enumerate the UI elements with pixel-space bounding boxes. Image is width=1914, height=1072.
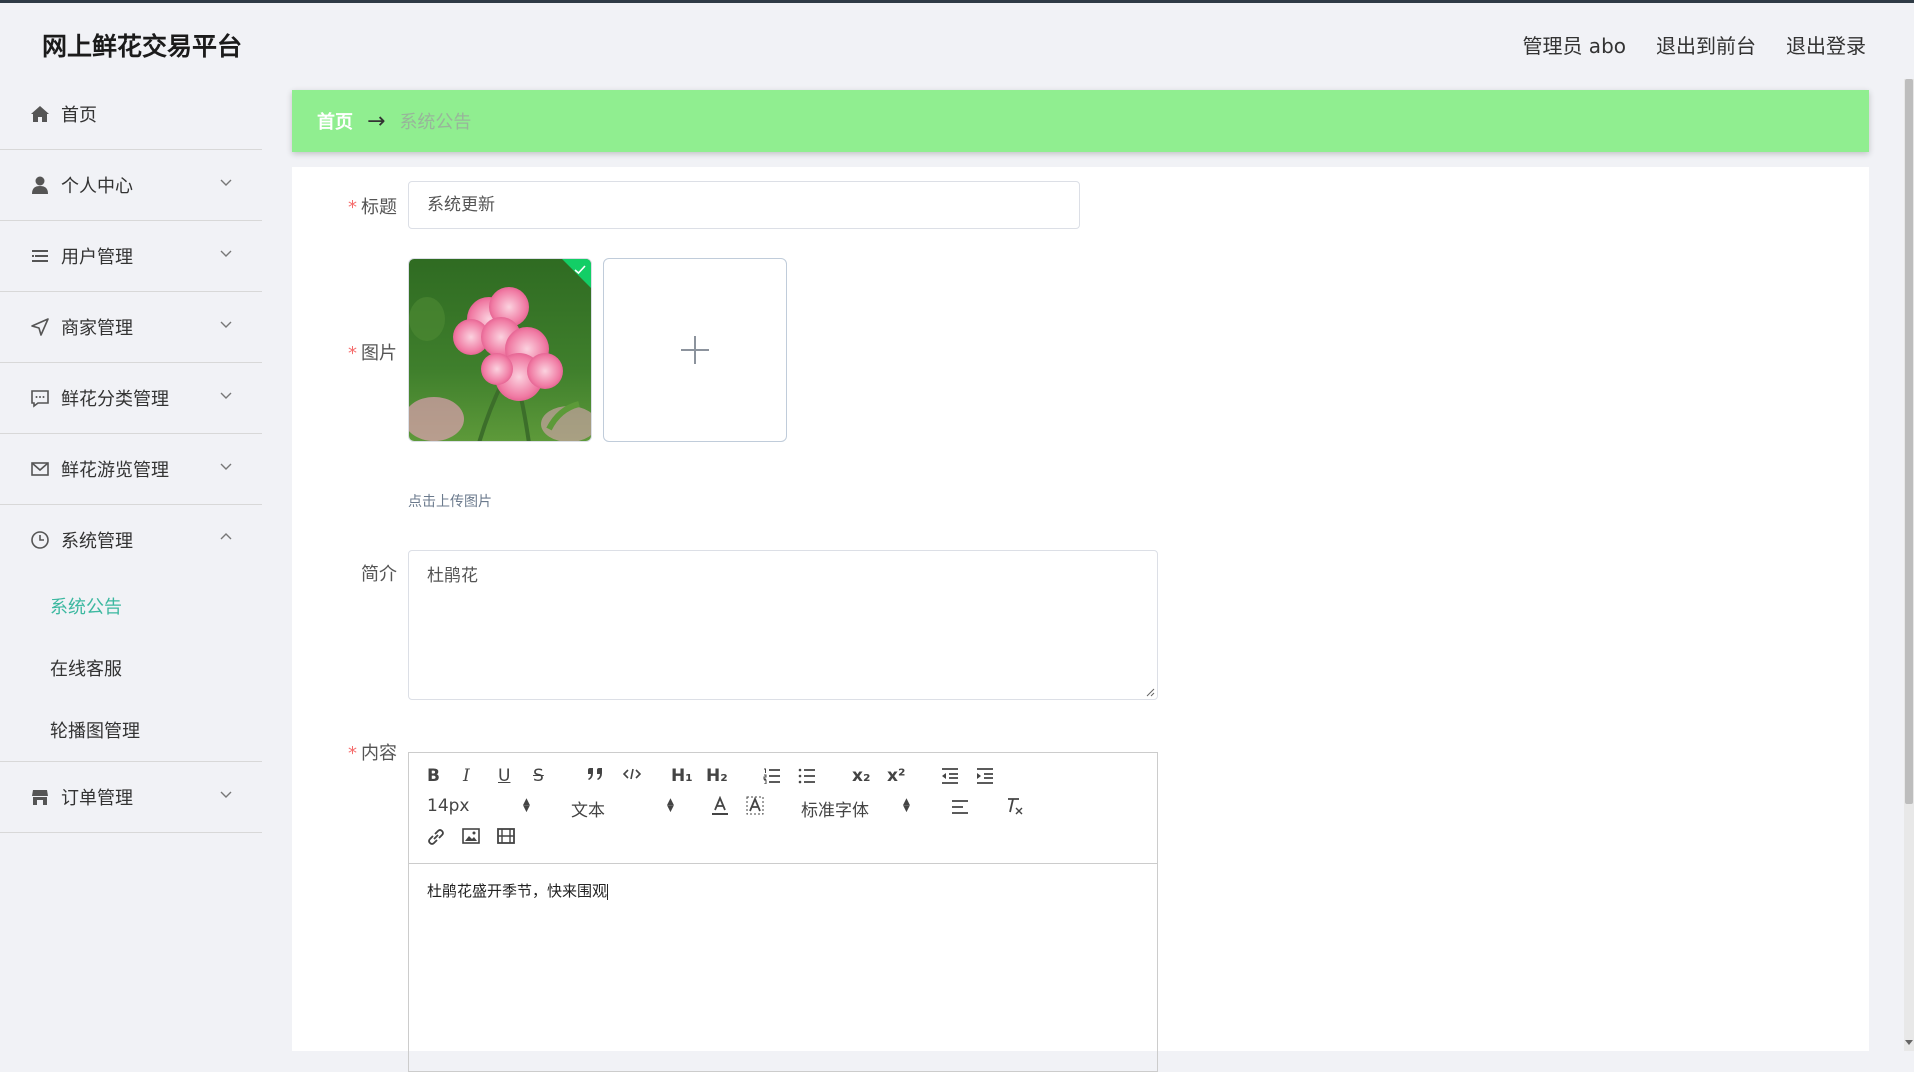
resize-handle-icon: [1146, 688, 1155, 697]
system-submenu: 系统公告 在线客服 轮播图管理: [0, 575, 262, 762]
video-icon[interactable]: [497, 828, 515, 844]
content-label: * 内容: [348, 743, 397, 764]
intro-textarea[interactable]: 杜鹃花: [408, 550, 1158, 700]
font-size-value: 14px: [427, 796, 470, 816]
upload-tip: 点击上传图片: [408, 494, 492, 510]
title-input[interactable]: 系统更新: [408, 181, 1080, 229]
shop-icon: [29, 786, 51, 808]
sidebar-item-merchants[interactable]: 商家管理: [0, 292, 262, 363]
editor-content[interactable]: 杜鹃花盛开季节，快来围观: [409, 864, 1157, 917]
sidebar: 首页 个人中心 用户管理 商家管理 鲜花分类管理 鲜花游览管理 系统管理 系统公…: [0, 79, 262, 833]
chevron-up-icon: [220, 533, 232, 540]
scrollbar-thumb[interactable]: [1905, 79, 1913, 804]
chevron-down-icon: [220, 791, 232, 798]
select-arrows-icon: ▲ ▼: [667, 797, 674, 814]
header-actions: 管理员 abo 退出到前台 退出登录: [1522, 30, 1866, 59]
select-arrows-icon: ▲ ▼: [523, 797, 530, 814]
azalea-photo: [409, 259, 591, 441]
sidebar-item-system[interactable]: 系统管理: [0, 505, 262, 575]
sidebar-item-home[interactable]: 首页: [0, 79, 262, 150]
title-label: * 标题: [348, 197, 397, 218]
background-color-icon[interactable]: [746, 796, 764, 816]
check-icon: [574, 265, 586, 275]
font-color-icon[interactable]: [711, 796, 729, 816]
list-icon: [29, 245, 51, 267]
uploaded-image-thumbnail[interactable]: [408, 258, 592, 442]
breadcrumb-arrow: →: [367, 108, 386, 134]
font-family-value: 标准字体: [801, 801, 869, 821]
h2-button[interactable]: H₂: [706, 766, 728, 786]
page-scrollbar[interactable]: [1904, 79, 1914, 1051]
font-size-select[interactable]: 14px ▲ ▼: [427, 796, 535, 816]
chevron-down-icon: [220, 179, 232, 186]
message-icon: [29, 387, 51, 409]
clock-icon: [29, 529, 51, 551]
sidebar-item-carousel[interactable]: 轮播图管理: [0, 699, 262, 761]
image-icon[interactable]: [462, 828, 480, 844]
form-panel: * 标题 系统更新 * 图片 点击上传图片 简介 杜鹃花 * 内容 B I U …: [292, 167, 1869, 1072]
chevron-down-icon: [220, 250, 232, 257]
breadcrumb: 首页 → 系统公告: [292, 90, 1869, 152]
rich-text-editor: B I U S H₁ H₂ x₂ x² 14px ▲ ▼ 文本 ▲ ▼ 标准字体…: [408, 752, 1158, 1072]
sidebar-item-users[interactable]: 用户管理: [0, 221, 262, 292]
brand-title: 网上鲜花交易平台: [42, 32, 243, 61]
ordered-list-icon[interactable]: [763, 768, 781, 784]
select-arrows-icon: ▲ ▼: [903, 797, 910, 814]
admin-label: 管理员 abo: [1522, 34, 1626, 58]
font-family-select[interactable]: 标准字体 ▲ ▼: [801, 796, 915, 822]
exit-to-front-link[interactable]: 退出到前台: [1656, 30, 1756, 59]
clear-format-icon[interactable]: [1005, 796, 1025, 816]
header: 网上鲜花交易平台 管理员 abo 退出到前台 退出登录: [0, 3, 1914, 79]
header-select-value: 文本: [571, 801, 605, 821]
subscript-button[interactable]: x₂: [852, 766, 870, 786]
indent-icon[interactable]: [976, 768, 994, 784]
logout-link[interactable]: 退出登录: [1786, 30, 1866, 59]
breadcrumb-current: 系统公告: [399, 112, 472, 133]
editor-toolbar: B I U S H₁ H₂ x₂ x² 14px ▲ ▼ 文本 ▲ ▼ 标准字体…: [409, 753, 1157, 864]
intro-label: 简介: [361, 564, 397, 585]
intro-text: 杜鹃花: [427, 566, 478, 586]
user-icon: [29, 174, 51, 196]
sidebar-item-label: 订单管理: [61, 788, 133, 809]
bullet-list-icon[interactable]: [798, 768, 816, 784]
italic-button[interactable]: I: [463, 766, 470, 786]
sidebar-item-label: 系统管理: [61, 531, 133, 552]
sidebar-item-label: 鲜花游览管理: [61, 460, 169, 481]
superscript-button[interactable]: x²: [887, 766, 905, 786]
plus-icon: [681, 336, 709, 364]
align-icon[interactable]: [951, 799, 969, 815]
h1-button[interactable]: H₁: [671, 766, 693, 786]
text-cursor: [607, 883, 609, 900]
breadcrumb-home[interactable]: 首页: [317, 108, 353, 134]
mail-icon: [29, 458, 51, 480]
blockquote-icon[interactable]: [587, 767, 605, 781]
sidebar-item-announcement[interactable]: 系统公告: [0, 575, 262, 637]
sidebar-item-flower-browse[interactable]: 鲜花游览管理: [0, 434, 262, 505]
sidebar-item-label: 用户管理: [61, 247, 133, 268]
code-block-icon[interactable]: [623, 768, 641, 780]
sidebar-item-personal[interactable]: 个人中心: [0, 150, 262, 221]
bold-button[interactable]: B: [427, 766, 440, 786]
header-select[interactable]: 文本 ▲ ▼: [571, 796, 679, 822]
scroll-down-arrow-icon[interactable]: [1904, 1039, 1914, 1047]
chevron-down-icon: [220, 463, 232, 470]
sidebar-item-label: 个人中心: [61, 176, 133, 197]
image-label: * 图片: [348, 343, 397, 364]
sidebar-item-orders[interactable]: 订单管理: [0, 762, 262, 833]
outdent-icon[interactable]: [941, 768, 959, 784]
navigation-icon: [29, 316, 51, 338]
chevron-down-icon: [220, 392, 232, 399]
underline-button[interactable]: U: [498, 766, 510, 786]
sidebar-item-label: 鲜花分类管理: [61, 389, 169, 410]
link-icon[interactable]: [427, 828, 445, 846]
editor-text: 杜鹃花盛开季节，快来围观: [427, 882, 608, 900]
upload-add-button[interactable]: [603, 258, 787, 442]
sidebar-item-customer-service[interactable]: 在线客服: [0, 637, 262, 699]
sidebar-item-label: 首页: [61, 105, 97, 126]
chevron-down-icon: [220, 321, 232, 328]
home-icon: [29, 103, 51, 125]
sidebar-item-flower-category[interactable]: 鲜花分类管理: [0, 363, 262, 434]
sidebar-item-label: 商家管理: [61, 318, 133, 339]
strike-button[interactable]: S: [533, 766, 544, 786]
